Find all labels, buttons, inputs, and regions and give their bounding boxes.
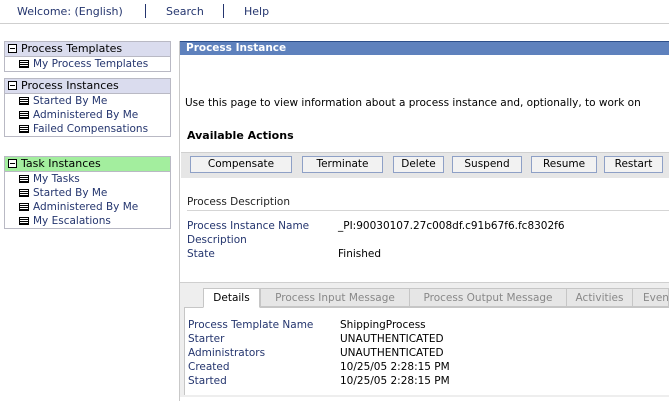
nav-item-my-tasks[interactable]: My Tasks	[5, 172, 170, 186]
nav-group-header-process-instances[interactable]: Process Instances	[5, 79, 170, 94]
tab-process-output-message[interactable]: Process Output Message	[409, 288, 567, 307]
nav-separator	[223, 4, 224, 18]
nav-group-title: Process Templates	[21, 42, 123, 55]
nav-item-started-by-me[interactable]: Started By Me	[5, 94, 170, 108]
process-instance-name-value: _PI:90030107.27c008df.c91b67f6.fc8302f6	[338, 220, 565, 232]
nav-item-failed-compensations[interactable]: Failed Compensations	[5, 122, 170, 136]
nav-group-task-instances: Task Instances My Tasks Started By Me Ad…	[4, 156, 171, 229]
nav-item-task-administered-by-me[interactable]: Administered By Me	[5, 200, 170, 214]
created-label: Created	[188, 361, 230, 373]
document-icon	[19, 125, 29, 133]
document-icon	[19, 203, 29, 211]
nav-item-label: Started By Me	[33, 95, 108, 107]
document-icon	[19, 217, 29, 225]
nav-separator	[145, 4, 146, 18]
process-template-name-label: Process Template Name	[188, 319, 314, 331]
page-intro-text: Use this page to view information about …	[185, 97, 641, 109]
nav-item-my-escalations[interactable]: My Escalations	[5, 214, 170, 228]
nav-item-label: Administered By Me	[33, 109, 139, 121]
state-label: State	[187, 248, 215, 260]
nav-item-my-process-templates[interactable]: My Process Templates	[5, 57, 170, 71]
nav-item-label: My Escalations	[33, 215, 111, 227]
document-icon	[19, 175, 29, 183]
terminate-button[interactable]: Terminate	[302, 156, 383, 173]
help-link[interactable]: Help	[244, 5, 269, 18]
welcome-language-link[interactable]: Welcome: (English)	[17, 5, 123, 18]
compensate-button[interactable]: Compensate	[190, 156, 292, 173]
collapse-icon[interactable]	[8, 81, 17, 90]
started-value: 10/25/05 2:28:15 PM	[340, 375, 450, 387]
administrators-label: Administrators	[188, 347, 266, 359]
nav-item-label: My Process Templates	[33, 58, 149, 70]
suspend-button[interactable]: Suspend	[452, 156, 522, 173]
process-instance-name-label: Process Instance Name	[187, 220, 310, 232]
starter-value: UNAUTHENTICATED	[340, 333, 444, 345]
nav-item-administered-by-me[interactable]: Administered By Me	[5, 108, 170, 122]
nav-item-task-started-by-me[interactable]: Started By Me	[5, 186, 170, 200]
nav-group-title: Task Instances	[21, 157, 101, 170]
tab-activities[interactable]: Activities	[566, 288, 633, 307]
page-title: Process Instance	[180, 41, 669, 55]
document-icon	[19, 189, 29, 197]
nav-item-label: My Tasks	[33, 173, 80, 185]
resume-button[interactable]: Resume	[531, 156, 597, 173]
document-icon	[19, 60, 29, 68]
document-icon	[19, 111, 29, 119]
description-label: Description	[187, 234, 247, 246]
nav-group-title: Process Instances	[21, 79, 119, 92]
nav-item-label: Started By Me	[33, 187, 108, 199]
administrators-value: UNAUTHENTICATED	[340, 347, 444, 359]
available-actions-heading: Available Actions	[187, 129, 294, 142]
process-description-heading: Process Description	[187, 196, 290, 208]
nav-group-process-instances: Process Instances Started By Me Administ…	[4, 78, 171, 137]
restart-button[interactable]: Restart	[604, 156, 663, 173]
state-value: Finished	[338, 248, 382, 260]
tab-process-input-message[interactable]: Process Input Message	[260, 288, 410, 307]
created-value: 10/25/05 2:28:15 PM	[340, 361, 450, 373]
section-divider	[187, 210, 669, 211]
started-label: Started	[188, 375, 227, 387]
starter-label: Starter	[188, 333, 225, 345]
top-nav: Welcome: (English) Search Help	[0, 0, 669, 24]
document-icon	[19, 97, 29, 105]
tab-events[interactable]: Even	[632, 288, 669, 307]
collapse-icon[interactable]	[8, 44, 17, 53]
process-template-name-value: ShippingProcess	[340, 319, 426, 331]
nav-group-header-process-templates[interactable]: Process Templates	[5, 42, 170, 57]
delete-button[interactable]: Delete	[393, 156, 444, 173]
tab-details[interactable]: Details	[203, 288, 260, 308]
nav-group-header-task-instances[interactable]: Task Instances	[5, 157, 170, 172]
nav-item-label: Failed Compensations	[33, 123, 149, 135]
nav-item-label: Administered By Me	[33, 201, 139, 213]
search-link[interactable]: Search	[166, 5, 204, 18]
collapse-icon[interactable]	[8, 159, 17, 168]
nav-group-process-templates: Process Templates My Process Templates	[4, 41, 171, 72]
